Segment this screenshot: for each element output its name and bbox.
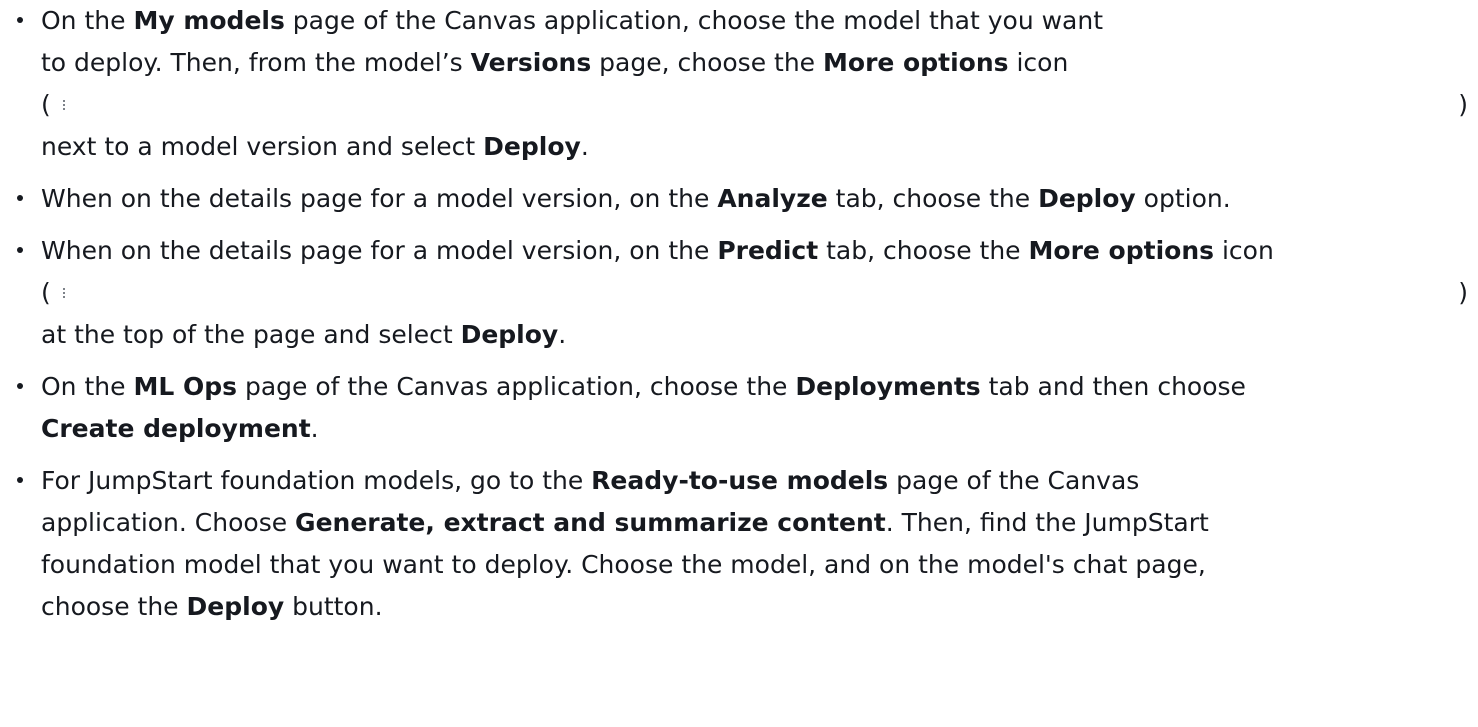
- ui-term: Deploy: [483, 132, 581, 161]
- ui-term: Deploy: [1038, 184, 1136, 213]
- text-line: Create deployment.: [41, 414, 319, 443]
- text-line: at the top of the page and select Deploy…: [41, 320, 567, 349]
- text-line: When on the details page for a model ver…: [41, 236, 1274, 265]
- text-line: On the My models page of the Canvas appl…: [41, 6, 1104, 35]
- text-line: When on the details page for a model ver…: [41, 184, 1231, 213]
- more-options-icon: [63, 288, 65, 298]
- list-item: When on the details page for a model ver…: [0, 230, 1468, 356]
- text-line: foundation model that you want to deploy…: [41, 550, 1206, 579]
- ui-term: Predict: [717, 236, 819, 265]
- text-line: to deploy. Then, from the model’s Versio…: [41, 48, 1069, 77]
- ui-term: Versions: [470, 48, 592, 77]
- text-line: next to a model version and select Deplo…: [41, 132, 589, 161]
- bullet-icon: [17, 247, 23, 253]
- text-line: application. Choose Generate, extract an…: [41, 508, 1209, 537]
- bullet-icon: [17, 195, 23, 201]
- ui-term: My models: [133, 6, 285, 35]
- list-item: On the My models page of the Canvas appl…: [0, 0, 1468, 168]
- ui-term: Deploy: [186, 592, 285, 621]
- bullet-icon: [17, 17, 23, 23]
- list-item: For JumpStart foundation models, go to t…: [0, 460, 1300, 628]
- list-item: On the ML Ops page of the Canvas applica…: [0, 366, 1300, 450]
- ui-term: More options: [1028, 236, 1215, 265]
- ui-term: Generate, extract and summarize content: [295, 508, 886, 537]
- ui-term: ML Ops: [133, 372, 237, 401]
- ui-term: Ready-to-use models: [591, 466, 889, 495]
- list-item: When on the details page for a model ver…: [0, 178, 1300, 220]
- ui-term: More options: [823, 48, 1009, 77]
- deployment-options-list: On the My models page of the Canvas appl…: [0, 0, 1478, 628]
- text-line: For JumpStart foundation models, go to t…: [41, 466, 1140, 495]
- bullet-icon: [17, 477, 23, 483]
- icon-line: ( ): [41, 90, 1468, 119]
- ui-term: Deployments: [795, 372, 981, 401]
- ui-term: Create deployment: [41, 414, 311, 443]
- text-line: On the ML Ops page of the Canvas applica…: [41, 372, 1246, 401]
- more-options-icon: [63, 100, 65, 110]
- icon-line: ( ): [41, 278, 1468, 307]
- bullet-icon: [17, 383, 23, 389]
- ui-term: Deploy: [460, 320, 559, 349]
- text-line: choose the Deploy button.: [41, 592, 383, 621]
- ui-term: Analyze: [717, 184, 828, 213]
